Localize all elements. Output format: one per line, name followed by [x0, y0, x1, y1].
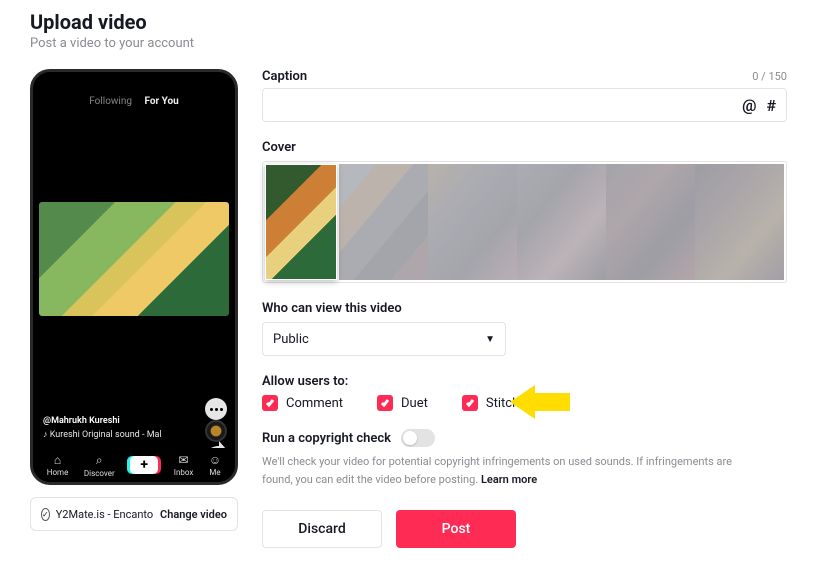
caption-box: @ #: [262, 88, 787, 122]
privacy-select[interactable]: Public ▼: [262, 322, 506, 356]
uploaded-filename: Y2Mate.is - Encanto bu...: [56, 508, 154, 521]
change-video-link[interactable]: Change video: [160, 508, 227, 521]
highlight-arrow-icon: [510, 385, 570, 419]
nav-me-icon[interactable]: ☺Me: [209, 453, 221, 477]
privacy-label: Who can view this video: [262, 301, 787, 316]
cover-selected-frame[interactable]: [265, 164, 337, 280]
comment-icon[interactable]: [205, 398, 227, 420]
nav-home-icon[interactable]: ⌂Home: [47, 453, 69, 477]
caption-counter: 0 / 150: [752, 70, 787, 83]
hashtag-icon[interactable]: #: [766, 96, 776, 115]
phone-preview: Following For You @Mahrukh Kureshi Kures…: [30, 69, 238, 485]
caption-label: Caption: [262, 69, 307, 84]
phone-tab-following[interactable]: Following: [89, 96, 132, 107]
checkbox-duet[interactable]: Duet: [377, 395, 428, 411]
nav-create-icon[interactable]: +: [130, 456, 158, 474]
cover-frame[interactable]: [339, 164, 428, 280]
check-circle-icon: ✓: [41, 508, 50, 521]
cover-frame[interactable]: [695, 164, 784, 280]
sound-disc-icon[interactable]: [205, 420, 227, 442]
copyright-desc: We'll check your video for potential cop…: [262, 453, 762, 488]
cover-frame[interactable]: [428, 164, 517, 280]
copyright-toggle[interactable]: [401, 429, 435, 447]
file-bar: ✓ Y2Mate.is - Encanto bu... Change video: [30, 497, 238, 531]
chevron-down-icon: ▼: [485, 334, 495, 345]
nav-discover-icon[interactable]: ⌕Discover: [84, 453, 115, 478]
cover-frame[interactable]: [606, 164, 695, 280]
page-title: Upload video: [30, 10, 787, 34]
cover-frame[interactable]: [517, 164, 606, 280]
phone-tab-for-you[interactable]: For You: [144, 96, 178, 107]
cover-label: Cover: [262, 140, 787, 155]
checkbox-comment[interactable]: Comment: [262, 395, 343, 411]
phone-user-handle: @Mahrukh Kureshi: [43, 415, 193, 429]
phone-sound-name: Kureshi Original sound - Mal: [43, 429, 193, 443]
nav-inbox-icon[interactable]: ✉Inbox: [174, 453, 194, 477]
copyright-label: Run a copyright check: [262, 431, 391, 446]
phone-video-preview: [39, 202, 229, 316]
cover-selector[interactable]: [262, 161, 787, 283]
privacy-selected: Public: [273, 332, 309, 347]
post-button[interactable]: Post: [396, 510, 516, 548]
mention-icon[interactable]: @: [742, 96, 756, 115]
learn-more-link[interactable]: Learn more: [481, 473, 537, 486]
discard-button[interactable]: Discard: [262, 510, 382, 548]
caption-input[interactable]: [273, 98, 732, 113]
page-subtitle: Post a video to your account: [30, 36, 787, 51]
